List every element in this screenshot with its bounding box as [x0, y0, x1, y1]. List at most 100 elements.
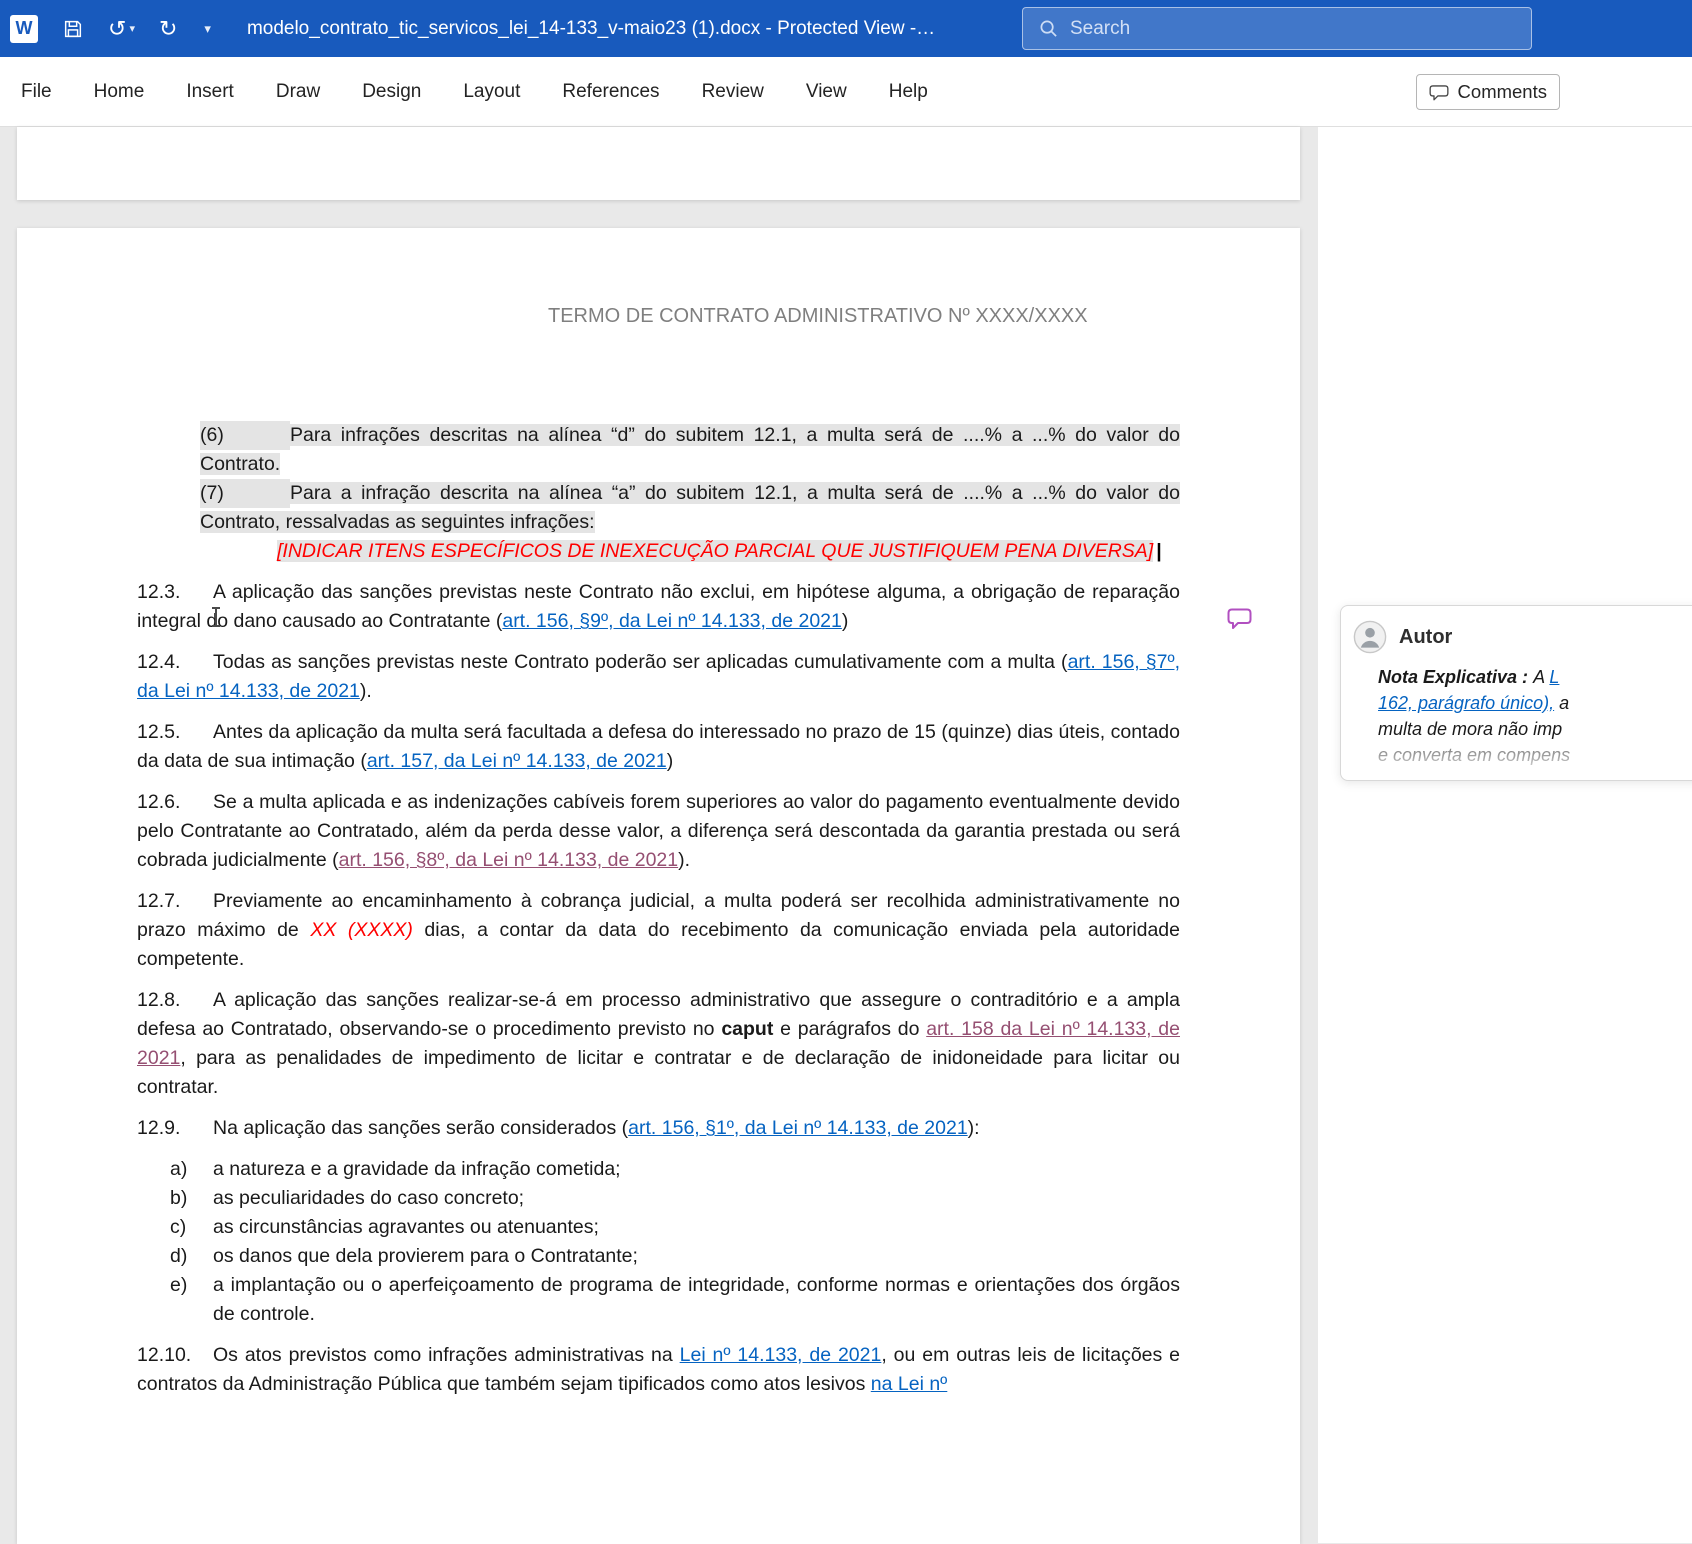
- hyperlink[interactable]: art. 157, da Lei nº 14.133, de 2021: [367, 750, 667, 772]
- text-run: a: [1554, 693, 1569, 713]
- chevron-down-icon[interactable]: ▾: [129, 22, 135, 35]
- comment-text-line: e converta em compens: [1378, 742, 1692, 768]
- comment-card[interactable]: Autor Nota Explicativa : A L162, parágra…: [1340, 605, 1692, 781]
- text-run: Para a infração descrita na alínea “a” d…: [200, 482, 1180, 533]
- undo-icon: ↺: [108, 18, 126, 40]
- comments-button[interactable]: Comments: [1416, 74, 1560, 110]
- hyperlink[interactable]: art. 156, §8º, da Lei nº 14.133, de 2021: [339, 849, 679, 871]
- paragraph-number: c): [170, 1213, 213, 1242]
- text-run: a natureza e a gravidade da infração com…: [213, 1158, 621, 1180]
- tab-file[interactable]: File: [0, 81, 73, 103]
- paragraph-number: 12.10.: [137, 1341, 213, 1370]
- paragraph-number: d): [170, 1242, 213, 1271]
- paragraph-number: 12.4.: [137, 648, 213, 677]
- text-run: as circunstâncias agravantes ou atenuant…: [213, 1216, 599, 1238]
- paragraph-number: (6): [200, 421, 290, 450]
- hyperlink[interactable]: art. 156, §9º, da Lei nº 14.133, de 2021: [502, 610, 842, 632]
- text-run: ): [842, 610, 849, 632]
- tab-insert[interactable]: Insert: [165, 81, 255, 103]
- text-run: Todas as sanções previstas neste Contrat…: [213, 651, 1068, 673]
- text-run: ).: [678, 849, 690, 871]
- text-run: e parágrafos do: [773, 1018, 926, 1040]
- text-run: |: [1156, 540, 1161, 562]
- hyperlink[interactable]: Lei nº 14.133, de 2021: [680, 1344, 882, 1366]
- comments-button-label: Comments: [1458, 81, 1547, 103]
- text-run: caput: [721, 1018, 773, 1040]
- contract-heading: TERMO DE CONTRATO ADMINISTRATIVO Nº XXXX…: [137, 302, 1180, 331]
- paragraph-12-7: 12.7.Previamente ao encaminhamento à cob…: [137, 887, 1180, 974]
- paragraph-12-3: 12.3.A aplicação das sanções previstas n…: [137, 578, 1180, 636]
- paragraph-12-10: 12.10.Os atos previstos como infrações a…: [137, 1341, 1180, 1399]
- text-run: ):: [968, 1117, 980, 1139]
- redo-button[interactable]: ↻: [159, 18, 177, 40]
- paragraph-number: (7): [200, 479, 290, 508]
- comment-text-line: Nota Explicativa : A L: [1378, 664, 1692, 690]
- document-page[interactable]: TERMO DE CONTRATO ADMINISTRATIVO Nº XXXX…: [17, 228, 1300, 1544]
- document-title: modelo_contrato_tic_servicos_lei_14-133_…: [247, 18, 935, 40]
- text-run: Para infrações descritas na alínea “d” d…: [200, 424, 1180, 475]
- save-button[interactable]: [62, 18, 84, 40]
- text-run: a implantação ou o aperfeiçoamento de pr…: [213, 1274, 1180, 1325]
- comment-header: Autor: [1353, 620, 1692, 654]
- paragraph-number: 12.6.: [137, 788, 213, 817]
- tab-home[interactable]: Home: [73, 81, 166, 103]
- paragraph-list-d: d)os danos que dela provierem para o Con…: [137, 1242, 1180, 1271]
- text-run: Os atos previstos como infrações adminis…: [213, 1344, 680, 1366]
- comment-marker-icon[interactable]: [1226, 606, 1253, 636]
- comments-pane: [1318, 127, 1692, 1543]
- text-run: XX (XXXX): [310, 919, 413, 941]
- search-icon: [1039, 19, 1058, 38]
- paragraph-number: b): [170, 1184, 213, 1213]
- titlebar: W ↺ ▾ ↻ ▾ modelo_contrato_tic_servicos_l…: [0, 0, 1692, 57]
- tab-layout[interactable]: Layout: [442, 81, 541, 103]
- search-placeholder: Search: [1070, 18, 1130, 40]
- paragraph-list-e: e)a implantação ou o aperfeiçoamento de …: [137, 1271, 1180, 1329]
- quick-access-customize-button[interactable]: ▾: [201, 21, 211, 37]
- paragraph-item-6: (6)Para infrações descritas na alínea “d…: [137, 421, 1180, 479]
- tab-help[interactable]: Help: [868, 81, 949, 103]
- document-content: TERMO DE CONTRATO ADMINISTRATIVO Nº XXXX…: [17, 228, 1300, 1399]
- paragraph-item-7: (7)Para a infração descrita na alínea “a…: [137, 479, 1180, 537]
- ribbon-tab-bar: File Home Insert Draw Design Layout Refe…: [0, 57, 1692, 127]
- paragraph-list-a: a)a natureza e a gravidade da infração c…: [137, 1155, 1180, 1184]
- hyperlink[interactable]: L: [1549, 667, 1559, 687]
- tab-view[interactable]: View: [785, 81, 868, 103]
- tab-draw[interactable]: Draw: [255, 81, 341, 103]
- text-run: multa de mora não imp: [1378, 719, 1562, 739]
- text-run: , para as penalidades de impedimento de …: [137, 1047, 1180, 1098]
- paragraph-number: 12.3.: [137, 578, 213, 607]
- paragraph-list-c: c)as circunstâncias agravantes ou atenua…: [137, 1213, 1180, 1242]
- text-run: ): [667, 750, 674, 772]
- tab-design[interactable]: Design: [341, 81, 442, 103]
- text-run: e converta em compens: [1378, 745, 1570, 765]
- document-canvas: TERMO DE CONTRATO ADMINISTRATIVO Nº XXXX…: [0, 127, 1692, 1543]
- hyperlink[interactable]: art. 156, §1º, da Lei nº 14.133, de 2021: [628, 1117, 968, 1139]
- tab-review[interactable]: Review: [681, 81, 785, 103]
- hyperlink[interactable]: 162, parágrafo único),: [1378, 693, 1554, 713]
- paragraph-number: 12.5.: [137, 718, 213, 747]
- paragraph-12-6: 12.6.Se a multa aplicada e as indenizaçõ…: [137, 788, 1180, 875]
- text-ibeam-cursor: [210, 607, 222, 629]
- document-body: (6)Para infrações descritas na alínea “d…: [137, 421, 1180, 1399]
- redo-icon: ↻: [159, 18, 177, 40]
- paragraph-number: e): [170, 1271, 213, 1300]
- word-app-icon[interactable]: W: [10, 15, 38, 43]
- paragraph-number: a): [170, 1155, 213, 1184]
- chevron-down-icon: ▾: [204, 21, 211, 37]
- hyperlink[interactable]: na Lei nº: [871, 1373, 948, 1395]
- text-run: Na aplicação das sanções serão considera…: [213, 1117, 628, 1139]
- tab-references[interactable]: References: [541, 81, 680, 103]
- paragraph-12-4: 12.4.Todas as sanções previstas neste Co…: [137, 648, 1180, 706]
- text-run: ).: [360, 680, 372, 702]
- text-run: os danos que dela provierem para o Contr…: [213, 1245, 638, 1267]
- search-input[interactable]: Search: [1022, 7, 1532, 50]
- paragraph-12-5: 12.5.Antes da aplicação da multa será fa…: [137, 718, 1180, 776]
- paragraph-indicar-placeholder: [INDICAR ITENS ESPECÍFICOS DE INEXECUÇÃO…: [137, 537, 1180, 566]
- text-run: A: [1533, 667, 1549, 687]
- comment-text-line: multa de mora não imp: [1378, 716, 1692, 742]
- undo-button[interactable]: ↺ ▾: [108, 18, 135, 40]
- text-run: as peculiaridades do caso concreto;: [213, 1187, 524, 1209]
- paragraph-list-b: b)as peculiaridades do caso concreto;: [137, 1184, 1180, 1213]
- paragraph-12-9: 12.9.Na aplicação das sanções serão cons…: [137, 1114, 1180, 1143]
- comment-text-line: 162, parágrafo único), a: [1378, 690, 1692, 716]
